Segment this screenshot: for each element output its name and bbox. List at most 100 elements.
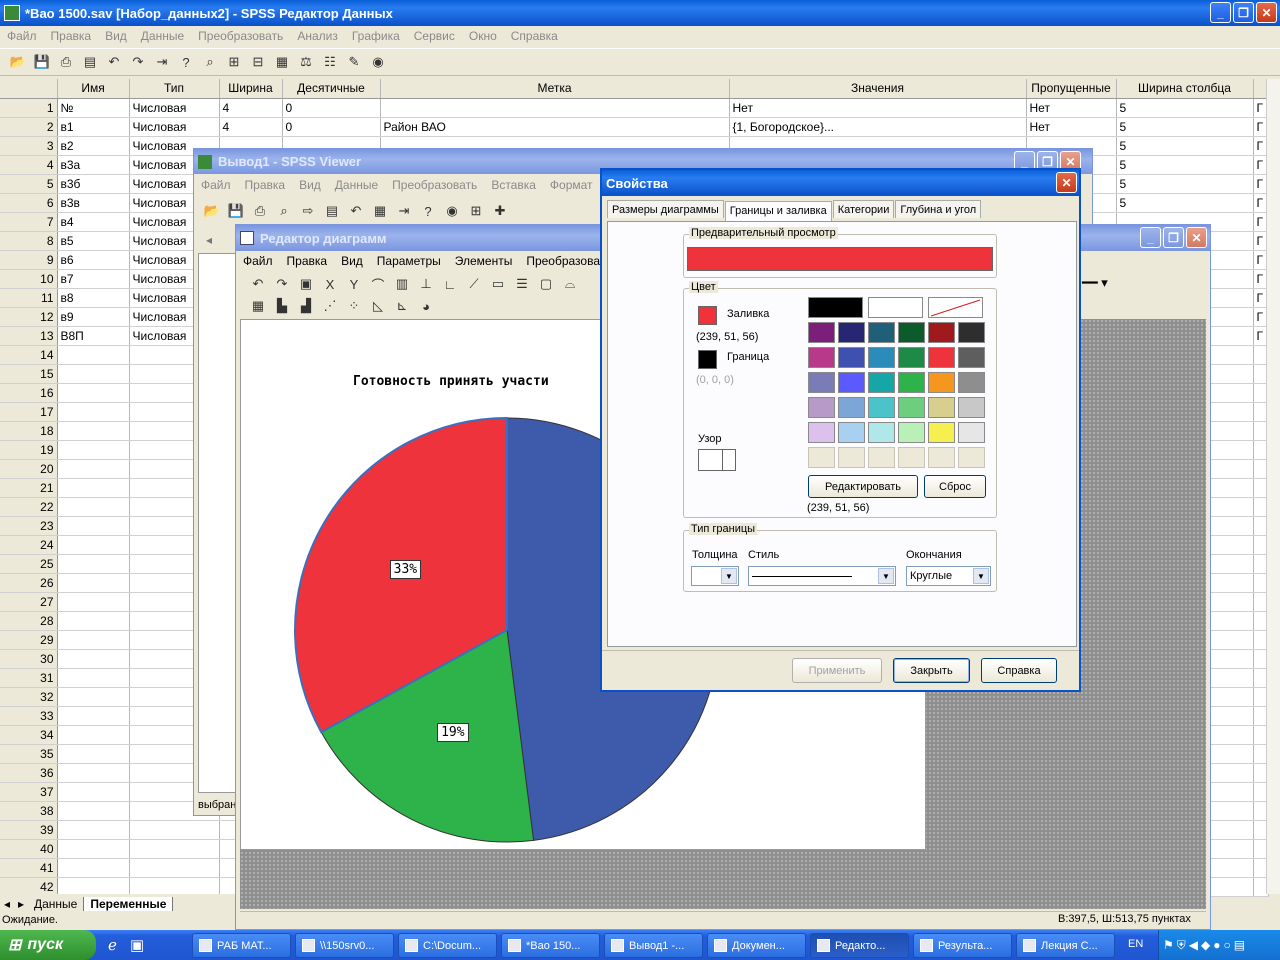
insert-variable-icon[interactable]: ⊟	[248, 52, 268, 72]
palette-swatch[interactable]	[928, 322, 955, 343]
table-cell[interactable]: Нет	[729, 98, 1027, 118]
data-editor-menu-item-1[interactable]: Правка	[44, 29, 99, 43]
table-cell[interactable]: в9	[57, 307, 130, 327]
palette-swatch[interactable]	[958, 347, 985, 368]
row-number[interactable]: 39	[0, 820, 58, 840]
data-editor-menu-item-2[interactable]: Вид	[98, 29, 134, 43]
chart-line-icon[interactable]: ⟋	[464, 274, 484, 294]
palette-swatch[interactable]	[898, 397, 925, 418]
chart-bars-icon[interactable]: ▥	[392, 274, 412, 294]
weight-cases-icon[interactable]: ⚖	[296, 52, 316, 72]
table-cell[interactable]	[57, 592, 130, 612]
chart-area-icon[interactable]: ◺	[368, 296, 388, 316]
chart-footnote-icon[interactable]: ⌓	[560, 274, 580, 294]
taskbar-item[interactable]: РАБ МАТ...	[192, 933, 291, 958]
table-cell[interactable]	[57, 858, 130, 878]
chart-bar2-icon[interactable]: ▟	[296, 296, 316, 316]
row-number[interactable]: 28	[0, 611, 58, 631]
redo-icon[interactable]: ↷	[128, 52, 148, 72]
tab-borders-fill[interactable]: Границы и заливка	[724, 201, 832, 221]
table-cell[interactable]: 5	[1116, 136, 1254, 156]
viewer-menu-item-1[interactable]: Правка	[238, 178, 293, 192]
table-cell[interactable]: 5	[1116, 193, 1254, 213]
palette-swatch[interactable]	[838, 372, 865, 393]
chart-editor-menu-item-2[interactable]: Вид	[334, 254, 370, 268]
row-number[interactable]: 18	[0, 421, 58, 441]
palette-swatch[interactable]	[958, 397, 985, 418]
chart-undo-icon[interactable]: ↶	[248, 274, 268, 294]
palette-swatch[interactable]	[928, 347, 955, 368]
table-cell[interactable]: Числовая	[129, 98, 220, 118]
chart-fit-icon[interactable]: ∟	[440, 274, 460, 294]
tab-scroll-right-icon[interactable]: ▸	[14, 897, 28, 911]
table-cell[interactable]: В8П	[57, 326, 130, 346]
chart-dropline-icon[interactable]: ⊾	[392, 296, 412, 316]
palette-swatch[interactable]	[838, 422, 865, 443]
chart-redo-icon[interactable]: ↷	[272, 274, 292, 294]
table-cell[interactable]: в3а	[57, 155, 130, 175]
row-number[interactable]: 14	[0, 345, 58, 365]
data-editor-menu-item-4[interactable]: Преобразовать	[191, 29, 290, 43]
palette-swatch[interactable]	[958, 372, 985, 393]
palette-swatch[interactable]	[928, 397, 955, 418]
palette-swatch[interactable]	[898, 372, 925, 393]
select-cases-icon[interactable]: ☷	[320, 52, 340, 72]
row-number[interactable]: 34	[0, 725, 58, 745]
data-editor-menu-item-5[interactable]: Анализ	[290, 29, 345, 43]
tab-depth-angle[interactable]: Глубина и угол	[895, 200, 982, 218]
tray-network-icon[interactable]: ⚑	[1163, 938, 1174, 952]
viewer-open-icon[interactable]: 📂	[202, 201, 222, 221]
palette-swatch[interactable]	[868, 422, 895, 443]
data-editor-titlebar[interactable]: *Вао 1500.sav [Набор_данных2] - SPSS Ред…	[0, 0, 1280, 26]
viewer-arrow-left-icon[interactable]: ◂	[206, 233, 212, 247]
palette-swatch[interactable]	[868, 322, 895, 343]
viewer-add-icon[interactable]: ✚	[490, 201, 510, 221]
goto-case-icon[interactable]: ⇥	[152, 52, 172, 72]
slice-data-label[interactable]: 33%	[389, 559, 422, 579]
table-cell[interactable]: в4	[57, 212, 130, 232]
table-cell[interactable]	[129, 839, 220, 859]
table-cell[interactable]: в2	[57, 136, 130, 156]
row-number[interactable]: 30	[0, 649, 58, 669]
row-number[interactable]: 10	[0, 269, 58, 289]
palette-swatch[interactable]	[898, 447, 925, 468]
row-number[interactable]: 1	[0, 98, 58, 118]
palette-swatch[interactable]	[958, 447, 985, 468]
chart-x-axis-icon[interactable]: X	[320, 274, 340, 294]
data-editor-menu-item-0[interactable]: Файл	[0, 29, 44, 43]
chart-textbox-icon[interactable]: ▢	[536, 274, 556, 294]
table-cell[interactable]: в6	[57, 250, 130, 270]
fill-label[interactable]: Заливка	[727, 308, 769, 320]
table-cell[interactable]	[57, 383, 130, 403]
data-editor-menu-item-3[interactable]: Данные	[134, 29, 191, 43]
palette-swatch[interactable]	[838, 447, 865, 468]
open-icon[interactable]: 📂	[8, 52, 28, 72]
palette-swatch[interactable]	[808, 372, 835, 393]
table-cell[interactable]	[380, 98, 730, 118]
find-icon[interactable]: ⌕	[200, 52, 220, 72]
column-header[interactable]: Значения	[729, 79, 1027, 99]
chart-title-icon[interactable]: ▭	[488, 274, 508, 294]
viewer-recall-icon[interactable]: ▤	[322, 201, 342, 221]
row-number[interactable]: 12	[0, 307, 58, 327]
table-cell[interactable]	[57, 839, 130, 859]
style-combo[interactable]: ▼	[748, 566, 896, 586]
viewer-menu-item-5[interactable]: Вставка	[484, 178, 543, 192]
slice-data-label[interactable]: 19%	[437, 722, 469, 742]
table-cell[interactable]	[57, 535, 130, 555]
table-cell[interactable]	[57, 744, 130, 764]
table-cell[interactable]	[57, 763, 130, 783]
variables-icon[interactable]: ?	[176, 52, 196, 72]
chart-editor-menu-item-0[interactable]: Файл	[236, 254, 280, 268]
palette-swatch[interactable]	[808, 397, 835, 418]
palette-swatch[interactable]	[868, 397, 895, 418]
palette-swatch[interactable]	[958, 422, 985, 443]
weight-combo[interactable]: ▼	[691, 566, 739, 586]
palette-swatch[interactable]	[808, 322, 835, 343]
row-number[interactable]: 20	[0, 459, 58, 479]
chart-editor-menu-item-3[interactable]: Параметры	[370, 254, 448, 268]
row-number[interactable]: 16	[0, 383, 58, 403]
table-cell[interactable]: 4	[219, 98, 283, 118]
viewer-preview-icon[interactable]: ⌕	[274, 201, 294, 221]
tab-data[interactable]: Данные	[28, 896, 85, 911]
